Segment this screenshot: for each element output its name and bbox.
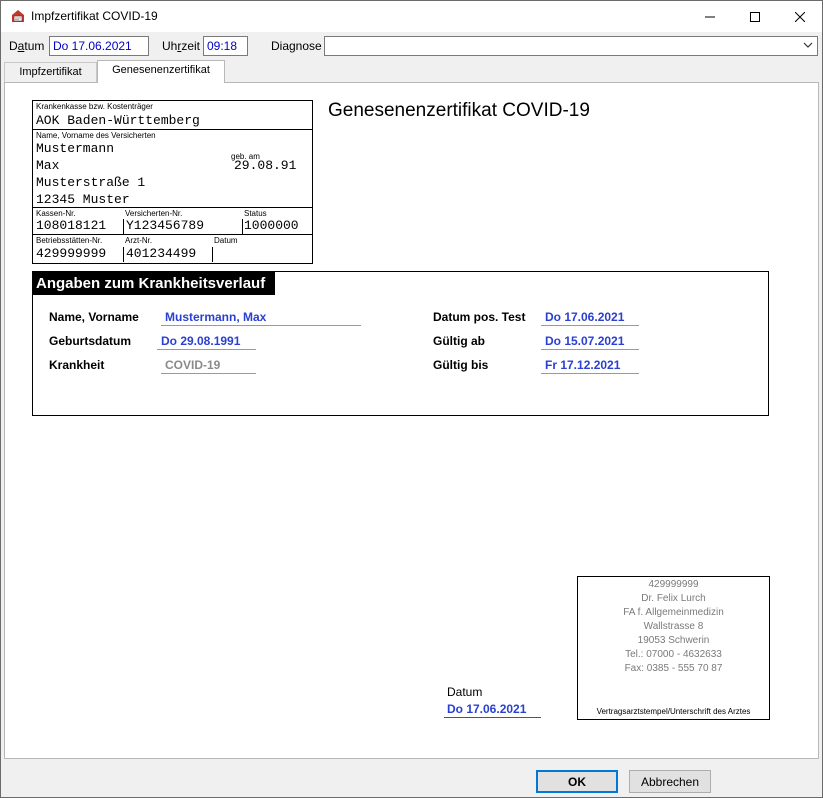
geburtsdatum-label: Geburtsdatum xyxy=(49,334,132,348)
certificate-app-icon xyxy=(10,8,26,24)
krankheit-label: Krankheit xyxy=(49,358,105,372)
versicherten-nr-value: Y123456789 xyxy=(126,218,205,233)
diagnose-label: Diagnose xyxy=(271,39,322,53)
uhrzeit-label: Uhrzeit xyxy=(162,39,201,53)
document-title: Genesenenzertifikat COVID-19 xyxy=(328,100,590,121)
maximize-icon xyxy=(749,9,760,25)
doctor-stamp: 429999999 Dr. Felix Lurch FA f. Allgemei… xyxy=(577,576,770,720)
test-field[interactable]: Do 17.06.2021 xyxy=(541,310,639,326)
course-heading: Angaben zum Krankheitsverlauf xyxy=(33,272,276,295)
stamp-line: Fax: 0385 - 555 70 87 xyxy=(624,663,723,674)
name-label: Name, Vorname xyxy=(49,310,139,324)
cancel-button[interactable]: Abbrechen xyxy=(629,770,711,793)
geburtsdatum-field[interactable]: Do 29.08.1991 xyxy=(157,334,256,350)
kasse-value: AOK Baden-Württemberg xyxy=(36,113,200,128)
bsnr-caption: Betriebsstätten-Nr. xyxy=(36,236,103,245)
window-title: Impfzertifikat COVID-19 xyxy=(31,9,158,23)
stamp-line: FA f. Allgemeinmedizin xyxy=(623,607,724,618)
datum-input[interactable]: Do 17.06.2021 xyxy=(49,36,149,56)
lastname-value: Mustermann xyxy=(36,141,115,156)
signature-datum-label: Datum xyxy=(447,685,483,699)
versicherten-nr-caption: Versicherten-Nr. xyxy=(125,209,183,218)
datum-label: Datum xyxy=(9,39,45,53)
kassen-nr-caption: Kassen-Nr. xyxy=(36,209,76,218)
firstname-value: Max xyxy=(36,158,60,173)
chevron-down-icon[interactable] xyxy=(803,40,813,53)
signature-datum-field[interactable]: Do 17.06.2021 xyxy=(444,701,541,718)
name-caption: Name, Vorname des Versicherten xyxy=(36,131,156,140)
stamp-line: Dr. Felix Lurch xyxy=(641,593,706,604)
gueltig-bis-field[interactable]: Fr 17.12.2021 xyxy=(541,358,639,374)
close-button[interactable] xyxy=(777,1,822,32)
ok-button[interactable]: OK xyxy=(536,770,618,793)
maximize-button[interactable] xyxy=(732,1,777,32)
tab-impfzertifikat[interactable]: Impfzertifikat xyxy=(4,62,97,82)
course-section: Angaben zum Krankheitsverlauf Name, Vorn… xyxy=(32,271,769,416)
name-field[interactable]: Mustermann, Max xyxy=(161,310,361,326)
tab-genesenenzertifikat[interactable]: Genesenenzertifikat xyxy=(97,60,225,83)
bsnr-value: 429999999 xyxy=(36,246,107,261)
datum-caption: Datum xyxy=(214,236,238,245)
dialog-window: Impfzertifikat COVID-19 Datum Do 17.06.2… xyxy=(0,0,823,798)
dob-value: 29.08.91 xyxy=(234,158,297,173)
kassen-nr-value: 108018121 xyxy=(36,218,107,233)
uhrzeit-input[interactable]: 09:18 xyxy=(203,36,248,56)
insurance-form: Krankenkasse bzw. Kostenträger AOK Baden… xyxy=(32,100,313,264)
street-value: Musterstraße 1 xyxy=(36,175,146,190)
stamp-line: Tel.: 07000 - 4632633 xyxy=(625,649,722,660)
arzt-nr-value: 401234499 xyxy=(126,246,197,261)
arzt-nr-caption: Arzt-Nr. xyxy=(125,236,153,245)
minimize-button[interactable] xyxy=(687,1,732,32)
gueltig-ab-field[interactable]: Do 15.07.2021 xyxy=(541,334,639,350)
krankheit-field[interactable]: COVID-19 xyxy=(161,358,256,374)
status-caption: Status xyxy=(244,209,267,218)
gueltig-bis-label: Gültig bis xyxy=(433,358,489,372)
close-icon xyxy=(794,9,805,25)
stamp-line: 19053 Schwerin xyxy=(637,635,710,646)
city-value: 12345 Muster xyxy=(36,192,130,207)
test-label: Datum pos. Test xyxy=(433,310,526,324)
status-value: 1000000 xyxy=(244,218,299,233)
stamp-footer: Vertragsarztstempel/Unterschrift des Arz… xyxy=(596,707,751,716)
title-bar: Impfzertifikat COVID-19 xyxy=(1,1,822,32)
stamp-line: Wallstrasse 8 xyxy=(643,621,704,632)
stamp-line: 429999999 xyxy=(648,579,699,590)
gueltig-ab-label: Gültig ab xyxy=(433,334,485,348)
minimize-icon xyxy=(704,9,715,25)
kasse-caption: Krankenkasse bzw. Kostenträger xyxy=(36,102,153,111)
diagnose-select[interactable] xyxy=(324,36,818,56)
